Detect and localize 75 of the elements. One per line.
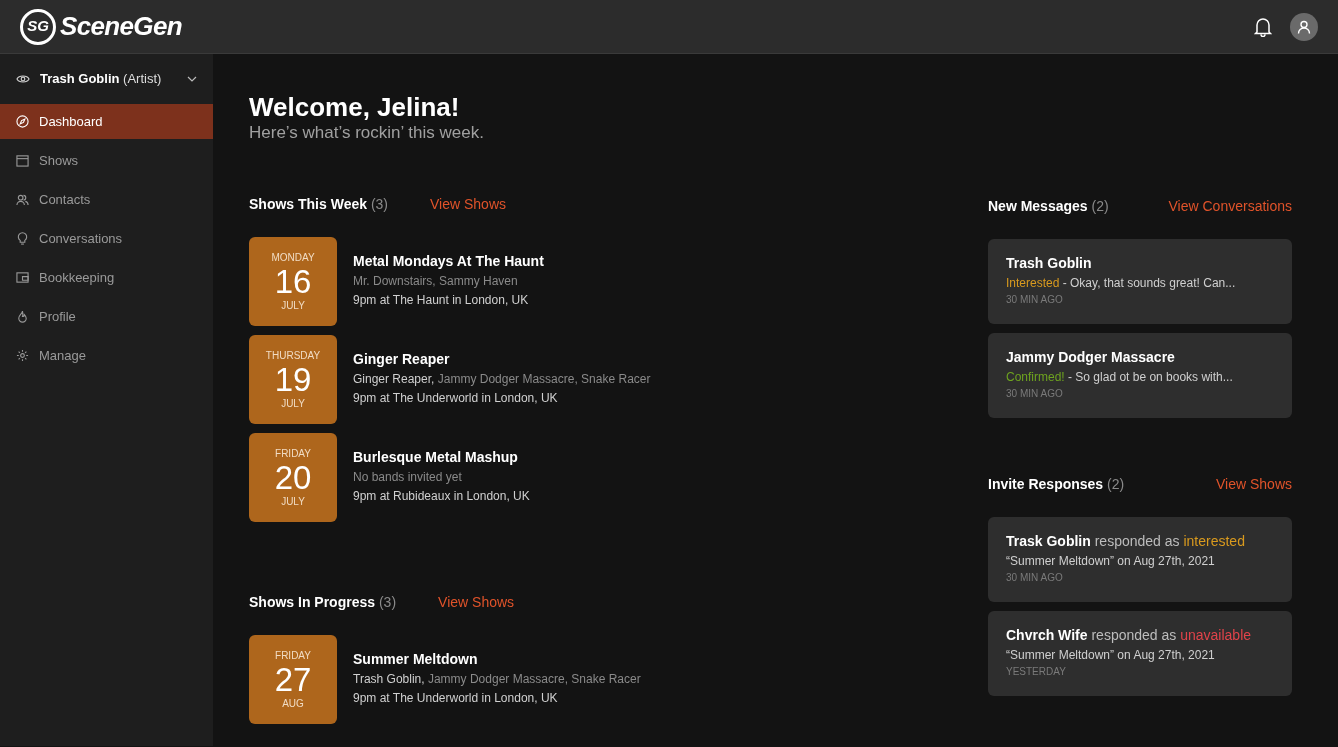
message-sender: Trash Goblin xyxy=(1006,254,1093,272)
show-venue: 9pm at Rubideaux in London, UK xyxy=(353,489,530,504)
month-label: JULY xyxy=(281,299,305,312)
nav-item[interactable]: Dashboard xyxy=(0,104,213,139)
band-lineup: Trash Goblin, Jammy Dodger Massacre, Snake Racer xyxy=(353,672,641,687)
section-heading: New Messages (2) xyxy=(988,197,1109,216)
person-icon xyxy=(1297,19,1311,34)
wallet-icon xyxy=(16,271,29,284)
nav-item[interactable]: Bookkeeping xyxy=(0,260,213,295)
view-link[interactable]: View Conversations xyxy=(1168,196,1292,217)
message-preview: Interested - Okay, that sounds great! Can... xyxy=(1006,275,1237,291)
calendar-icon xyxy=(16,154,29,167)
logo-mark: SG xyxy=(20,8,56,45)
eye-icon xyxy=(16,74,30,84)
time-ago: 30 MIN AGO xyxy=(1006,387,1064,401)
day-number: 20 xyxy=(274,459,312,496)
nav-item[interactable]: Shows xyxy=(0,143,213,178)
date-tile[interactable]: FRIDAY 20 JULY xyxy=(249,433,337,522)
invite-card[interactable]: Chvrch Wife responded as unavailable “Summer Meltdown” on Aug 27th, 2021 YESTERDAY xyxy=(988,611,1292,696)
time-ago: 30 MIN AGO xyxy=(1006,293,1064,307)
message-card[interactable]: Trash Goblin Interested - Okay, that sounds great! Can... 30 MIN AGO xyxy=(988,239,1292,324)
flame-icon xyxy=(16,310,29,323)
section-heading: Shows This Week (3) xyxy=(249,195,388,214)
account-switcher[interactable]: Trash Goblin (Artist) xyxy=(0,62,213,96)
date-tile[interactable]: MONDAY 16 JULY xyxy=(249,237,337,326)
show-venue: 9pm at The Underworld in London, UK xyxy=(353,391,559,406)
welcome-subtitle: Here’s what’s rockin’ this week. xyxy=(249,122,485,144)
day-number: 27 xyxy=(274,661,312,698)
lightbulb-icon xyxy=(16,232,29,245)
view-link[interactable]: View Shows xyxy=(1216,474,1292,495)
nav-item[interactable]: Manage xyxy=(0,338,213,373)
view-link[interactable]: View Shows xyxy=(438,592,515,613)
month-label: AUG xyxy=(282,697,304,710)
weekday-label: FRIDAY xyxy=(275,447,311,460)
user-avatar[interactable] xyxy=(1290,12,1318,41)
band-lineup: Mr. Downstairs, Sammy Haven xyxy=(353,274,519,289)
band-lineup: No bands invited yet xyxy=(353,470,463,485)
time-ago: YESTERDAY xyxy=(1006,665,1067,679)
month-label: JULY xyxy=(281,397,305,410)
message-preview: Confirmed! - So glad ot be on books with... xyxy=(1006,369,1234,385)
section-heading: Shows In Progress (3) xyxy=(249,593,397,612)
compass-icon xyxy=(16,115,29,128)
show-date: “Summer Meltdown” on Aug 27th, 2021 xyxy=(1006,647,1216,663)
band-lineup: Ginger Reaper, Jammy Dodger Massacre, Snake Racer xyxy=(353,372,651,387)
show-title[interactable]: Ginger Reaper xyxy=(353,351,651,368)
logo-text: SceneGen xyxy=(60,10,182,43)
account-name: Trash Goblin (Artist) xyxy=(40,70,163,89)
notifications-bell-icon[interactable] xyxy=(1254,16,1272,37)
invite-response: Chvrch Wife responded as unavailable xyxy=(1006,626,1253,644)
view-link[interactable]: View Shows xyxy=(430,194,507,215)
time-ago: 30 MIN AGO xyxy=(1006,571,1064,585)
day-number: 16 xyxy=(274,263,312,300)
show-title[interactable]: Burlesque Metal Mashup xyxy=(353,449,530,466)
message-sender: Jammy Dodger Massacre xyxy=(1006,348,1176,366)
people-icon xyxy=(16,193,29,206)
nav-item[interactable]: Profile xyxy=(0,299,213,334)
day-number: 19 xyxy=(274,361,312,398)
section-heading: Invite Responses (2) xyxy=(988,475,1125,494)
date-tile[interactable]: FRIDAY 27 AUG xyxy=(249,635,337,724)
welcome-heading: Welcome, Jelina! xyxy=(249,92,461,122)
nav-item[interactable]: Conversations xyxy=(0,221,213,256)
weekday-label: THURSDAY xyxy=(265,349,321,362)
show-venue: 9pm at The Underworld in London, UK xyxy=(353,691,559,706)
invite-card[interactable]: Trask Goblin responded as interested “Summer Meltdown” on Aug 27th, 2021 30 MIN AGO xyxy=(988,517,1292,602)
nav-item[interactable]: Contacts xyxy=(0,182,213,217)
show-title[interactable]: Summer Meltdown xyxy=(353,651,641,668)
show-title[interactable]: Metal Mondays At The Haunt xyxy=(353,253,544,270)
weekday-label: FRIDAY xyxy=(275,649,311,662)
invite-response: Trask Goblin responded as interested xyxy=(1006,532,1246,550)
weekday-label: MONDAY xyxy=(271,251,315,264)
month-label: JULY xyxy=(281,495,305,508)
show-date: “Summer Meltdown” on Aug 27th, 2021 xyxy=(1006,553,1216,569)
message-card[interactable]: Jammy Dodger Massacre Confirmed! - So glad ot be on books with... 30 MIN AGO xyxy=(988,333,1292,418)
date-tile[interactable]: THURSDAY 19 JULY xyxy=(249,335,337,424)
show-venue: 9pm at The Haunt in London, UK xyxy=(353,293,530,308)
